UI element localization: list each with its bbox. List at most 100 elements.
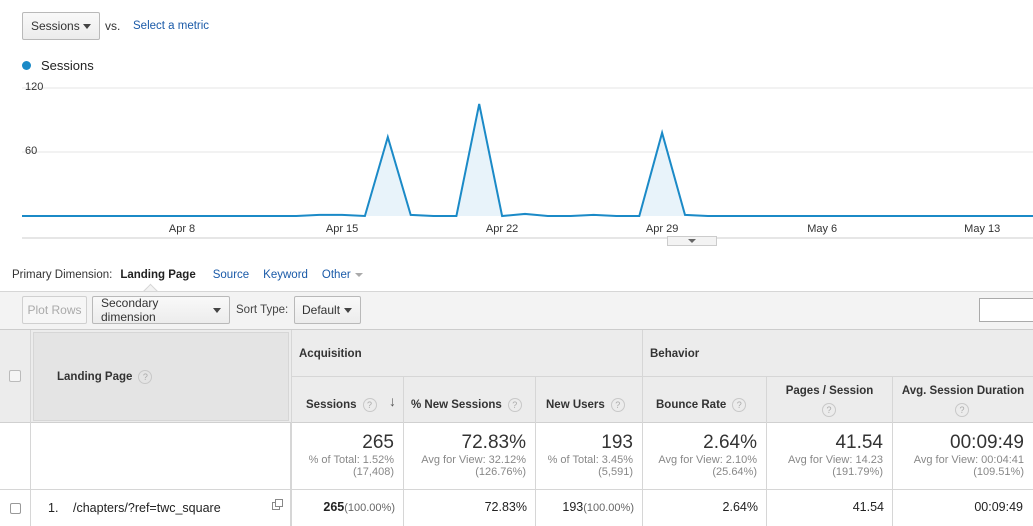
y-tick-label: 120 — [25, 81, 43, 93]
totals-subtext: % of Total: 1.52% — [308, 454, 394, 466]
totals-subtext: (109.51%) — [973, 466, 1024, 478]
col-header-label: New Users — [546, 399, 605, 411]
select-metric-link[interactable]: Select a metric — [133, 20, 209, 32]
y-tick-label: 60 — [25, 145, 37, 157]
table-search-input[interactable] — [979, 298, 1033, 322]
col-header-bounce-rate[interactable]: Bounce Rate? — [643, 377, 767, 423]
primary-dimension-label: Primary Dimension: — [12, 269, 113, 281]
sort-desc-arrow-icon: ↓ — [389, 393, 396, 409]
legend-dot-icon — [22, 61, 31, 70]
x-tick-label: Apr 29 — [646, 223, 678, 235]
totals-subtext: (25.64%) — [712, 466, 757, 478]
help-icon[interactable]: ? — [362, 397, 377, 412]
totals-new-users-cell: 193% of Total: 3.45% (5,591) — [536, 423, 643, 489]
col-header-sessions[interactable]: Sessions? ↓ — [291, 377, 404, 423]
external-link-icon-overlay — [275, 499, 283, 507]
col-header-label: Avg. Session Duration — [901, 385, 1025, 397]
legend-label: Sessions — [41, 58, 94, 73]
help-icon[interactable]: ? — [610, 397, 625, 412]
dimension-source[interactable]: Source — [213, 269, 249, 281]
sort-type-label: Sort Type: — [236, 304, 289, 316]
totals-subtext: Avg for View: 32.12% — [421, 454, 526, 466]
row-sessions: 265 — [323, 500, 345, 514]
acquisition-group-header: Acquisition — [291, 330, 643, 377]
dimension-keyword[interactable]: Keyword — [263, 269, 308, 281]
acquisition-label: Acquisition — [299, 348, 362, 360]
row-new-users-pct: (100.00%) — [583, 502, 634, 514]
dimension-landing-page[interactable]: Landing Page — [120, 269, 195, 281]
row-checkbox[interactable] — [10, 503, 21, 514]
totals-subtext: (126.76%) — [475, 466, 526, 478]
row-new-users-cell: 193(100.00%) — [536, 490, 643, 526]
totals-value: 265 — [362, 432, 394, 453]
col-header-avg-duration[interactable]: Avg. Session Duration ? — [893, 377, 1033, 423]
row-new-users: 193 — [562, 500, 584, 514]
sort-type-value: Default — [302, 303, 341, 317]
select-all-cell — [0, 330, 31, 423]
totals-subtext: (5,591) — [598, 466, 633, 478]
primary-dimension-bar: Primary Dimension: Landing Page Source K… — [12, 269, 363, 281]
metric-select[interactable]: Sessions — [22, 12, 100, 40]
totals-value: 72.83% — [461, 432, 526, 453]
x-tick-label: Apr 22 — [486, 223, 518, 235]
select-all-checkbox[interactable] — [9, 370, 21, 382]
row-landing-page-link[interactable]: /chapters/?ref=twc_square — [73, 501, 221, 515]
x-tick-label: May 13 — [964, 223, 1000, 235]
chevron-down-icon — [688, 239, 696, 243]
data-table: Landing Page ? Acquisition Behavior Sess… — [0, 329, 1033, 526]
secondary-dimension-select[interactable]: Secondary dimension — [92, 296, 230, 324]
x-tick-label: Apr 15 — [326, 223, 358, 235]
help-icon[interactable]: ? — [138, 369, 153, 384]
totals-label-cell — [31, 423, 291, 489]
table-row[interactable]: 1. /chapters/?ref=twc_square 265(100.00%… — [0, 490, 1033, 526]
vs-label: vs. — [105, 19, 121, 33]
chevron-down-icon — [83, 23, 91, 29]
metric-select-label: Sessions — [31, 19, 80, 33]
sessions-area-fill — [22, 104, 1033, 216]
row-sessions-pct: (100.00%) — [344, 502, 395, 514]
col-header-label: Bounce Rate — [656, 399, 727, 411]
row-bounce-rate-cell: 2.64% — [643, 490, 767, 526]
row-select-cell — [0, 490, 31, 526]
totals-row: 265% of Total: 1.52% (17,408) 72.83% Avg fo… — [0, 423, 1033, 490]
plot-rows-button[interactable]: Plot Rows — [22, 296, 87, 324]
col-header-label: % New Sessions — [411, 399, 502, 411]
chart-legend: Sessions — [22, 58, 94, 73]
row-pages-session: 41.54 — [852, 500, 884, 514]
secondary-dimension-label: Secondary dimension — [101, 296, 159, 324]
behavior-label: Behavior — [650, 348, 700, 360]
help-icon[interactable]: ? — [955, 403, 969, 417]
col-header-new-sessions[interactable]: % New Sessions? — [404, 377, 536, 423]
totals-bounce-rate-cell: 2.64% Avg for View: 2.10% (25.64%) — [643, 423, 767, 489]
dimension-other[interactable]: Other — [322, 269, 351, 281]
totals-subtext: (17,408) — [353, 466, 394, 478]
landing-page-header[interactable]: Landing Page ? — [33, 332, 289, 421]
help-icon[interactable]: ? — [732, 397, 747, 412]
chevron-down-icon — [344, 307, 352, 313]
totals-sessions-cell: 265% of Total: 1.52% (17,408) — [291, 423, 404, 489]
totals-value: 41.54 — [835, 432, 883, 453]
totals-value: 00:09:49 — [950, 432, 1024, 453]
col-header-pages-session[interactable]: Pages / Session ? — [767, 377, 893, 423]
help-icon[interactable]: ? — [507, 397, 522, 412]
col-header-label: Pages / Session — [785, 385, 874, 397]
totals-avg-duration-cell: 00:09:49 Avg for View: 00:04:41 (109.51%) — [893, 423, 1033, 489]
help-icon[interactable]: ? — [822, 403, 836, 417]
totals-subtext: Avg for View: 14.23 — [788, 454, 883, 466]
col-header-new-users[interactable]: New Users? — [536, 377, 643, 423]
totals-value: 2.64% — [703, 432, 757, 453]
sort-type-select[interactable]: Default — [294, 296, 361, 324]
totals-subtext: (191.79%) — [832, 466, 883, 478]
row-pages-session-cell: 41.54 — [767, 490, 893, 526]
row-bounce-rate: 2.64% — [722, 500, 758, 514]
totals-value: 193 — [601, 432, 633, 453]
row-new-sessions-cell: 72.83% — [404, 490, 536, 526]
x-tick-label: Apr 8 — [169, 223, 195, 235]
row-avg-duration-cell: 00:09:49 — [893, 490, 1033, 526]
chevron-down-icon — [354, 273, 363, 277]
sessions-chart: Apr 8 Apr 15 Apr 22 Apr 29 May 6 May 13 120 60 — [22, 81, 1033, 239]
row-sessions-cell: 265(100.00%) — [291, 490, 404, 526]
row-new-sessions: 72.83% — [484, 500, 527, 514]
chart-collapse-handle[interactable] — [667, 236, 717, 246]
sessions-series-line — [22, 103, 1033, 218]
